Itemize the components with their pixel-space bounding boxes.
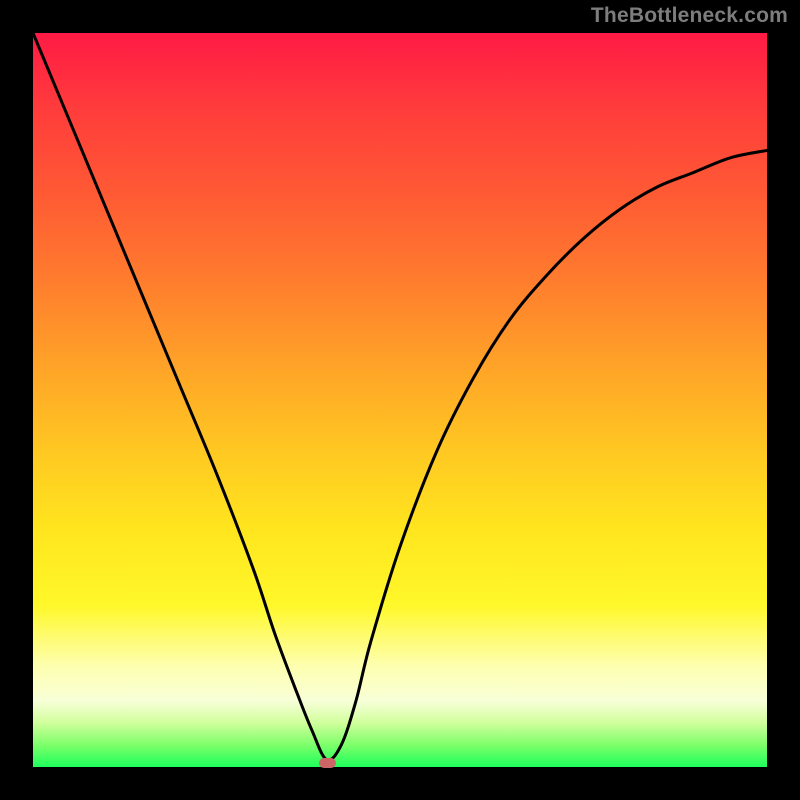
- bottleneck-curve: [33, 33, 767, 767]
- minimum-marker: [319, 758, 336, 768]
- plot-area: [33, 33, 767, 767]
- watermark-text: TheBottleneck.com: [591, 4, 788, 28]
- chart-frame: TheBottleneck.com: [0, 0, 800, 800]
